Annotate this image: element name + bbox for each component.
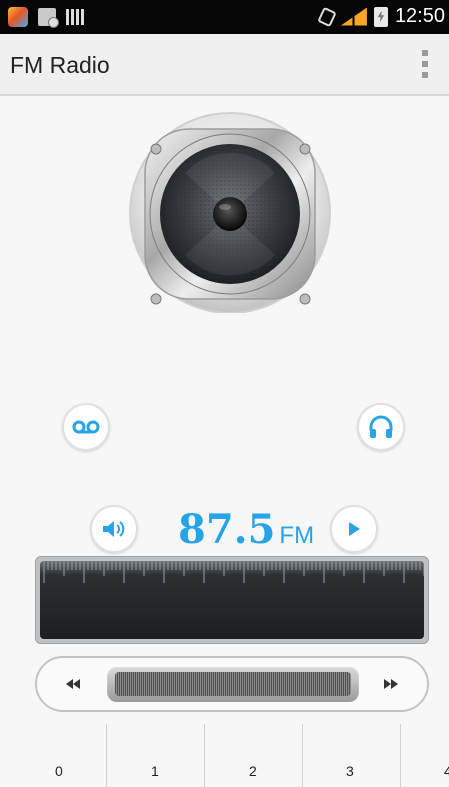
channel-item[interactable]: 0 xyxy=(9,724,107,787)
app-notification-icon xyxy=(8,7,28,27)
signal-icon xyxy=(340,7,367,26)
play-icon xyxy=(349,522,360,536)
channel-item[interactable]: 4 xyxy=(401,724,449,787)
channel-label: 3 xyxy=(346,763,354,779)
frequency-display: 87.5 FM xyxy=(178,506,314,553)
barcode-icon xyxy=(66,9,84,25)
radio-main: 87.5 FM 0 1 2 3 4 xyxy=(0,96,449,787)
channel-item[interactable]: 1 xyxy=(107,724,205,787)
channel-label: 4 xyxy=(444,763,449,779)
status-bar: 12:50 xyxy=(0,0,449,34)
frequency-value: 87.5 xyxy=(178,506,276,553)
status-time: 12:50 xyxy=(394,5,445,27)
speaker-graphic xyxy=(129,112,331,313)
sd-card-icon xyxy=(38,8,59,28)
seek-slider[interactable] xyxy=(107,666,359,702)
battery-charging-icon xyxy=(373,6,388,27)
headset-button[interactable] xyxy=(357,403,405,451)
channel-item[interactable]: 2 xyxy=(205,724,303,787)
seek-backward-icon xyxy=(66,679,80,689)
app-title: FM Radio xyxy=(10,52,110,78)
record-icon xyxy=(72,420,100,434)
seek-forward-icon xyxy=(384,679,398,689)
channel-item[interactable]: 3 xyxy=(303,724,401,787)
seek-backward-button[interactable] xyxy=(55,666,91,702)
status-bar-right: 12:50 xyxy=(317,5,445,28)
overflow-menu-icon[interactable] xyxy=(421,50,429,78)
channel-label: 0 xyxy=(55,763,63,779)
tuner-ticks xyxy=(43,561,424,583)
record-button[interactable] xyxy=(62,403,110,451)
channel-label: 2 xyxy=(249,763,257,779)
channel-label: 1 xyxy=(151,763,159,779)
play-button[interactable] xyxy=(330,505,378,553)
speaker-volume-icon xyxy=(103,521,125,537)
seek-control xyxy=(35,656,429,712)
screen-rotation-icon xyxy=(317,6,337,27)
headset-icon xyxy=(369,415,393,438)
channel-list: 0 1 2 3 4 xyxy=(0,724,449,787)
action-bar: FM Radio xyxy=(0,34,449,96)
tuner-scale xyxy=(40,561,424,639)
frequency-unit: FM xyxy=(279,522,315,549)
seek-forward-button[interactable] xyxy=(373,666,409,702)
status-bar-left xyxy=(8,7,84,28)
speaker-button[interactable] xyxy=(90,505,138,553)
seek-slider-grip xyxy=(115,672,351,696)
frequency-tuner[interactable] xyxy=(35,556,429,644)
